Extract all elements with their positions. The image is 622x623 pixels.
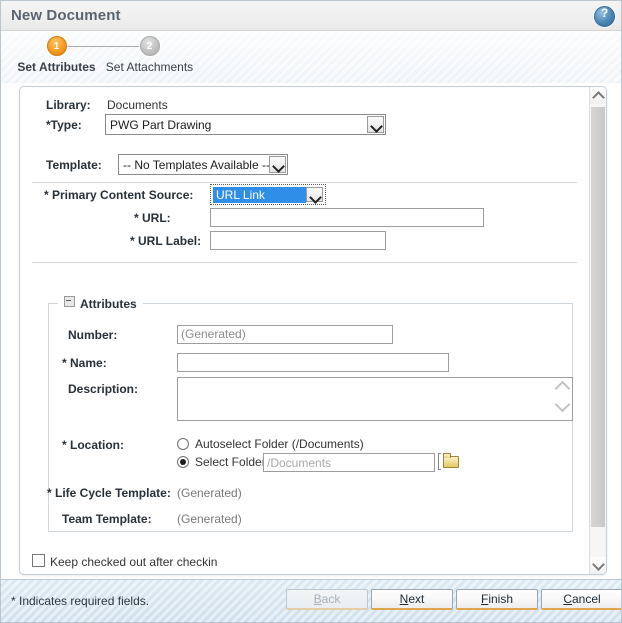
- radio-select-folder[interactable]: [177, 456, 189, 468]
- required-fields-note: * Indicates required fields.: [11, 594, 150, 608]
- finish-button-post: inish: [488, 592, 514, 606]
- back-button[interactable]: Back: [286, 589, 368, 610]
- help-circle-icon[interactable]: [594, 6, 615, 27]
- step-set-attachments[interactable]: 2 Set Attachments: [102, 36, 197, 74]
- life-cycle-template-value: (Generated): [177, 486, 242, 500]
- radio-autoselect-folder-label: Autoselect Folder (/Documents): [195, 437, 364, 451]
- chevron-down-icon[interactable]: [306, 187, 323, 202]
- library-value: Documents: [107, 98, 168, 112]
- chevron-down-icon: [592, 558, 605, 571]
- dialog-footer: * Indicates required fields. Back Next F…: [1, 579, 621, 622]
- chevron-down-icon[interactable]: [269, 156, 286, 173]
- primary-content-source-label: * Primary Content Source:: [44, 188, 194, 202]
- attributes-legend[interactable]: Attributes: [58, 296, 143, 311]
- step-1-bubble: 1: [46, 36, 67, 56]
- life-cycle-template-label: * Life Cycle Template:: [47, 486, 171, 500]
- location-label: * Location:: [62, 438, 124, 452]
- chevron-down-icon[interactable]: [554, 396, 571, 413]
- select-folder-input[interactable]: [263, 453, 435, 472]
- type-select[interactable]: PWG Part Drawing: [105, 114, 386, 135]
- back-button-post: ack: [321, 592, 341, 606]
- cancel-button[interactable]: Cancel: [541, 589, 621, 610]
- attributes-legend-text: Attributes: [80, 297, 137, 311]
- folder-icon-body: [443, 453, 459, 468]
- cancel-button-post: ancel: [571, 592, 601, 606]
- cancel-button-mnemonic: C: [563, 592, 572, 606]
- next-button-post: ext: [408, 592, 425, 606]
- type-select-value: PWG Part Drawing: [110, 118, 212, 132]
- finish-button[interactable]: Finish: [456, 589, 538, 610]
- library-label: Library:: [46, 98, 91, 112]
- primary-content-source-select[interactable]: URL Link: [210, 184, 326, 205]
- step-2-bubble: 2: [139, 36, 160, 56]
- template-label: Template:: [46, 158, 102, 172]
- scroll-down-button[interactable]: [590, 557, 606, 574]
- name-label: * Name:: [62, 356, 107, 370]
- next-button[interactable]: Next: [371, 589, 453, 610]
- divider-top: [32, 182, 577, 183]
- chevron-down-icon[interactable]: [367, 116, 384, 133]
- url-input[interactable]: [210, 208, 484, 227]
- wizard-steps: 1 Set Attributes 2 Set Attachments: [1, 31, 621, 83]
- chevron-up-icon[interactable]: [554, 380, 571, 397]
- dialog-titlebar: New Document: [1, 1, 621, 31]
- chevron-up-icon: [592, 91, 605, 104]
- keep-checked-out-checkbox[interactable]: [32, 554, 45, 567]
- number-input[interactable]: (Generated): [177, 325, 393, 344]
- folder-browse-icon[interactable]: [438, 452, 460, 470]
- attributes-panel: Library: Documents *Type: PWG Part Drawi…: [19, 86, 607, 575]
- description-label: Description:: [68, 382, 139, 396]
- url-label: * URL:: [134, 211, 171, 225]
- scrollbar-thumb[interactable]: [591, 107, 605, 527]
- divider-bottom: [32, 262, 577, 263]
- primary-content-source-value: URL Link: [213, 187, 306, 203]
- page-title: New Document: [11, 7, 121, 24]
- step-1-label: Set Attributes: [17, 60, 96, 74]
- attributes-panel-content: Library: Documents *Type: PWG Part Drawi…: [20, 87, 588, 574]
- folder-icon-bar: [438, 453, 441, 470]
- radio-select-folder-label: Select Folder: [195, 455, 266, 469]
- new-document-dialog: New Document 1 Set Attributes 2 Set Atta…: [0, 0, 622, 623]
- collapse-minus-icon[interactable]: [64, 296, 75, 307]
- description-scroll-arrows[interactable]: [554, 379, 571, 419]
- step-set-attributes[interactable]: 1 Set Attributes: [9, 36, 104, 74]
- panel-scrollbar[interactable]: [589, 87, 606, 574]
- team-template-value: (Generated): [177, 512, 242, 526]
- keep-checked-out-label: Keep checked out after checkin: [50, 555, 218, 569]
- template-select-value: -- No Templates Available --: [123, 158, 270, 172]
- name-input[interactable]: [177, 353, 449, 372]
- scroll-up-button[interactable]: [590, 87, 606, 104]
- back-button-mnemonic: B: [313, 592, 322, 606]
- step-2-label: Set Attachments: [105, 60, 194, 74]
- url-label-label: * URL Label:: [130, 234, 202, 248]
- url-label-input[interactable]: [210, 231, 386, 250]
- number-label: Number:: [68, 328, 118, 342]
- radio-autoselect-folder[interactable]: [177, 438, 189, 450]
- type-label: *Type:: [46, 118, 82, 132]
- description-textarea[interactable]: [177, 377, 573, 421]
- template-select[interactable]: -- No Templates Available --: [118, 154, 288, 175]
- team-template-label: Team Template:: [62, 512, 152, 526]
